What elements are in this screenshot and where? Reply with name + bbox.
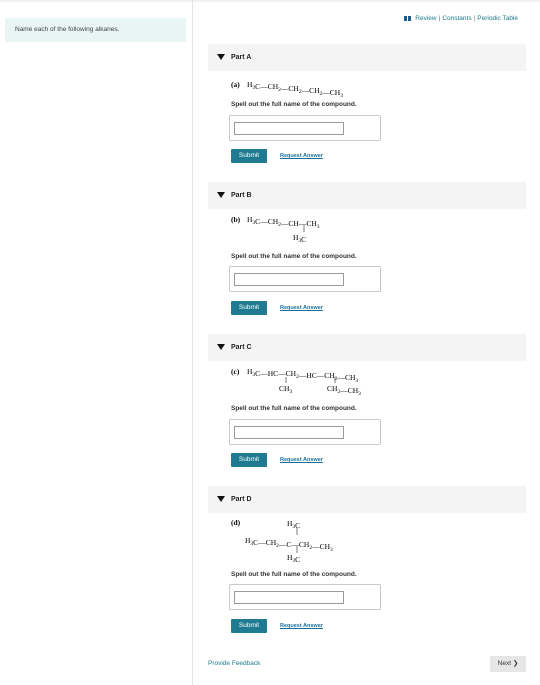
- part-a-label: (a): [231, 80, 240, 89]
- part-c-formula: (c) H3C—HC—CH2—HC—CH2—CH3 CH3 CH2—CH3: [231, 365, 431, 397]
- part-b-submit-button[interactable]: Submit: [231, 301, 267, 315]
- review-icon-bar: [408, 16, 412, 21]
- part-b-formula: (b) H3C—CH2—CH—CH3 H3C: [231, 213, 431, 245]
- part-b-answer-input[interactable]: [234, 273, 344, 286]
- part-d-submit-button[interactable]: Submit: [231, 619, 267, 633]
- part-d-title: Part D: [231, 496, 252, 503]
- part-a-prompt: Spell out the full name of the compound.: [231, 101, 357, 108]
- part-b-prompt: Spell out the full name of the compound.: [231, 253, 357, 260]
- chevron-right-icon: ❯: [512, 660, 519, 667]
- periodic-table-link[interactable]: Periodic Table: [477, 15, 518, 22]
- part-b-title: Part B: [231, 192, 252, 199]
- part-d-prompt: Spell out the full name of the compound.: [231, 571, 357, 578]
- part-c-request-answer-link[interactable]: Request Answer: [280, 457, 323, 463]
- part-b-header[interactable]: Part B: [208, 182, 526, 209]
- part-d-formula: (d) H3C H3C—CH2—C—CH2—CH3 H3C: [231, 516, 431, 564]
- intro-text: Name each of the following alkanes.: [15, 26, 120, 33]
- review-link[interactable]: Review: [415, 15, 436, 22]
- intro-panel: Name each of the following alkanes.: [5, 18, 186, 42]
- part-c-submit-button[interactable]: Submit: [231, 453, 267, 467]
- part-a-submit-button[interactable]: Submit: [231, 149, 267, 163]
- part-b-structure: (b) H3C—CH2—CH—CH3 H3C: [231, 215, 320, 244]
- panel-divider: [192, 0, 193, 685]
- part-a-title: Part A: [231, 54, 252, 61]
- part-b-substituent: H3C: [293, 233, 306, 244]
- part-c-label: (c): [231, 367, 240, 376]
- top-links: Review | Constants | Periodic Table: [404, 15, 518, 22]
- part-c-title: Part C: [231, 344, 252, 351]
- part-c-substituent-right: CH2—CH3: [327, 384, 361, 397]
- next-button[interactable]: Next ❯: [490, 656, 526, 672]
- part-b-label: (b): [231, 215, 241, 224]
- caret-down-icon[interactable]: [217, 496, 225, 502]
- part-d-main-chain: H3C—CH2—C—CH2—CH3: [245, 536, 333, 553]
- part-b-main-chain: H3C—CH2—CH—CH3: [247, 215, 320, 230]
- part-d-substituent-bottom: H3C: [287, 553, 300, 564]
- part-a-answer-input[interactable]: [234, 122, 344, 135]
- part-d-request-answer-link[interactable]: Request Answer: [280, 623, 323, 629]
- next-label: Next: [497, 660, 512, 667]
- part-c-answer-box: [229, 419, 381, 445]
- link-separator: |: [438, 15, 441, 22]
- part-b-request-answer-link[interactable]: Request Answer: [280, 305, 323, 311]
- part-a-header[interactable]: Part A: [208, 44, 526, 71]
- part-d-substituent-top: H3C: [287, 519, 300, 530]
- part-a-formula: (a) H3C—CH2—CH2—CH2—CH3: [231, 78, 431, 99]
- part-c-main-chain: H3C—HC—CH2—HC—CH2—CH3: [247, 367, 358, 384]
- caret-down-icon[interactable]: [217, 344, 225, 350]
- part-d-answer-box: [229, 584, 381, 610]
- part-c-header[interactable]: Part C: [208, 334, 526, 361]
- part-d-header[interactable]: Part D: [208, 486, 526, 513]
- review-icon: [404, 16, 408, 21]
- caret-down-icon[interactable]: [217, 192, 225, 198]
- part-c-substituent-left: CH3: [279, 384, 292, 395]
- part-d-structure: (d) H3C H3C—CH2—C—CH2—CH3 H3C: [231, 518, 333, 564]
- part-d-answer-input[interactable]: [234, 591, 344, 604]
- part-a-structure: (a) H3C—CH2—CH2—CH2—CH3: [231, 80, 343, 99]
- link-separator: |: [473, 15, 476, 22]
- part-c-structure: (c) H3C—HC—CH2—HC—CH2—CH3 CH3 CH2—CH3: [231, 367, 361, 397]
- part-c-answer-input[interactable]: [234, 426, 344, 439]
- part-a-main-chain: H3C—CH2—CH2—CH2—CH3: [247, 80, 343, 99]
- part-a-answer-box: [229, 115, 381, 141]
- part-d-label: (d): [231, 518, 241, 527]
- top-border: [0, 0, 540, 2]
- constants-link[interactable]: Constants: [442, 15, 471, 22]
- part-b-answer-box: [229, 266, 381, 292]
- caret-down-icon[interactable]: [217, 54, 225, 60]
- part-c-prompt: Spell out the full name of the compound.: [231, 405, 357, 412]
- part-a-request-answer-link[interactable]: Request Answer: [280, 153, 323, 159]
- provide-feedback-link[interactable]: Provide Feedback: [208, 660, 260, 667]
